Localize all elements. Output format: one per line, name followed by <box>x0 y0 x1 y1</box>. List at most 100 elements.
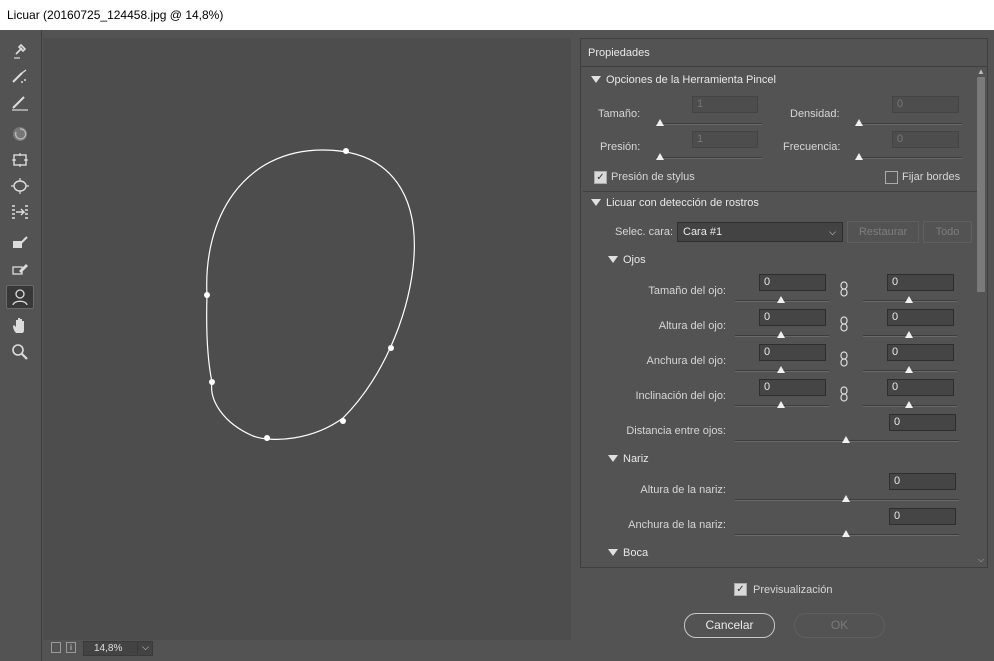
zoom-dropdown-chevron-icon[interactable]: ⌵ <box>137 641 153 656</box>
eye-distance-thumb[interactable] <box>842 436 850 443</box>
stylus-pressure-label: Presión de stylus <box>611 171 695 183</box>
chevron-down-icon: ⌵ <box>829 227 836 237</box>
rate-slider-thumb[interactable] <box>855 153 863 160</box>
collapse-triangle-icon <box>608 256 618 263</box>
density-slider[interactable] <box>856 123 962 125</box>
eye-distance-label: Distancia entre ojos: <box>626 425 726 437</box>
rate-label: Frecuencia: <box>783 141 841 153</box>
size-slider[interactable] <box>656 123 762 125</box>
brush-options-heading: Opciones de la Herramienta Pincel <box>606 74 776 86</box>
ok-button[interactable]: OK <box>794 613 885 638</box>
outline-handle[interactable] <box>264 435 270 441</box>
status-bar: i 14,8% ⌵ <box>43 640 571 657</box>
panel-scrollbar[interactable]: ▲ ⌵ <box>975 67 987 567</box>
pin-edges-checkbox[interactable] <box>885 171 898 184</box>
panel-title: Propiedades <box>581 39 987 67</box>
density-label: Densidad: <box>790 108 840 120</box>
size-slider-thumb[interactable] <box>656 119 664 126</box>
outline-handle[interactable] <box>343 148 349 154</box>
nose-header[interactable]: Nariz <box>608 453 649 465</box>
density-slider-thumb[interactable] <box>855 119 863 126</box>
mouth-heading: Boca <box>623 547 649 559</box>
eye-tilt-right-thumb[interactable] <box>905 401 913 408</box>
preview-canvas[interactable] <box>43 38 571 640</box>
eye-width-left-thumb[interactable] <box>777 366 785 373</box>
preview-checkbox[interactable]: ✓ <box>734 583 747 596</box>
brush-options-header[interactable]: Opciones de la Herramienta Pincel <box>591 74 776 86</box>
size-label: Tamaño: <box>598 108 641 120</box>
density-field[interactable]: 0 <box>892 96 959 113</box>
eye-tilt-left-field[interactable]: 0 <box>759 379 826 396</box>
rate-slider[interactable] <box>856 157 962 159</box>
zoom-out-button[interactable] <box>51 642 61 653</box>
outline-handle[interactable] <box>340 418 346 424</box>
eye-height-right-thumb[interactable] <box>905 331 913 338</box>
eye-size-left-field[interactable]: 0 <box>759 274 826 291</box>
thaw-mask-tool-icon[interactable] <box>6 256 34 280</box>
face-select[interactable]: Cara #1 ⌵ <box>677 222 843 242</box>
eyes-header[interactable]: Ojos <box>608 254 646 266</box>
reset-button[interactable]: Restaurar <box>847 221 919 243</box>
nose-height-field[interactable]: 0 <box>889 473 956 490</box>
pressure-slider-thumb[interactable] <box>656 153 664 160</box>
eye-size-right-field[interactable]: 0 <box>887 274 954 291</box>
collapse-triangle-icon <box>608 455 618 462</box>
eye-width-right-thumb[interactable] <box>905 366 913 373</box>
face-liquify-header[interactable]: Licuar con detección de rostros <box>591 197 759 209</box>
eye-distance-field[interactable]: 0 <box>889 414 956 431</box>
hand-tool-icon[interactable] <box>6 314 34 338</box>
outline-handle[interactable] <box>209 379 215 385</box>
nose-width-field[interactable]: 0 <box>889 508 956 525</box>
freeze-mask-tool-icon[interactable] <box>6 230 34 254</box>
rate-field[interactable]: 0 <box>892 131 959 148</box>
eye-width-right-field[interactable]: 0 <box>887 344 954 361</box>
eye-height-left-thumb[interactable] <box>777 331 785 338</box>
all-button[interactable]: Todo <box>923 221 972 243</box>
eye-size-right-thumb[interactable] <box>905 296 913 303</box>
properties-panel: Propiedades ▲ ⌵ Opciones de la Herramien… <box>580 38 988 568</box>
pressure-slider[interactable] <box>656 157 762 159</box>
link-icon[interactable] <box>839 316 849 332</box>
eye-size-left-thumb[interactable] <box>777 296 785 303</box>
size-field[interactable]: 1 <box>692 96 758 113</box>
pressure-field[interactable]: 1 <box>692 131 758 148</box>
reconstruct-tool-icon[interactable] <box>6 64 34 88</box>
eye-tilt-right-field[interactable]: 0 <box>887 379 954 396</box>
nose-heading: Nariz <box>623 453 649 465</box>
eye-size-label: Tamaño del ojo: <box>648 285 726 297</box>
scroll-up-chevron-icon[interactable]: ▲ <box>976 67 986 77</box>
scroll-down-chevron-icon[interactable]: ⌵ <box>976 555 986 565</box>
smooth-tool-icon[interactable] <box>6 90 34 114</box>
twirl-tool-icon[interactable] <box>6 122 34 146</box>
tool-column <box>0 30 42 661</box>
collapse-triangle-icon <box>608 549 618 556</box>
divider <box>583 191 977 192</box>
bloat-tool-icon[interactable] <box>6 174 34 198</box>
eye-height-left-field[interactable]: 0 <box>759 309 826 326</box>
eye-tilt-left-thumb[interactable] <box>777 401 785 408</box>
pucker-tool-icon[interactable] <box>6 148 34 172</box>
select-face-label: Selec. cara: <box>615 226 674 238</box>
outline-handle[interactable] <box>204 292 210 298</box>
link-icon[interactable] <box>839 386 849 402</box>
link-icon[interactable] <box>839 281 849 297</box>
mouth-header[interactable]: Boca <box>608 547 648 559</box>
cancel-button[interactable]: Cancelar <box>684 613 775 638</box>
link-icon[interactable] <box>839 351 849 367</box>
pressure-label: Presión: <box>600 141 641 153</box>
zoom-in-button[interactable]: i <box>66 642 76 653</box>
outline-handle[interactable] <box>388 345 394 351</box>
face-select-value: Cara #1 <box>683 226 723 238</box>
eye-height-right-field[interactable]: 0 <box>887 309 954 326</box>
eye-width-left-field[interactable]: 0 <box>759 344 826 361</box>
push-left-tool-icon[interactable] <box>6 200 34 224</box>
face-tool-icon[interactable] <box>6 285 34 309</box>
face-outline[interactable] <box>43 38 571 640</box>
pin-edges-label: Fijar bordes <box>902 171 961 183</box>
zoom-tool-icon[interactable] <box>6 340 34 364</box>
nose-height-thumb[interactable] <box>842 495 850 502</box>
stylus-pressure-checkbox[interactable]: ✓ <box>594 171 607 184</box>
forward-warp-tool-icon[interactable] <box>6 38 34 62</box>
scroll-thumb[interactable] <box>977 77 985 292</box>
nose-width-thumb[interactable] <box>842 530 850 537</box>
